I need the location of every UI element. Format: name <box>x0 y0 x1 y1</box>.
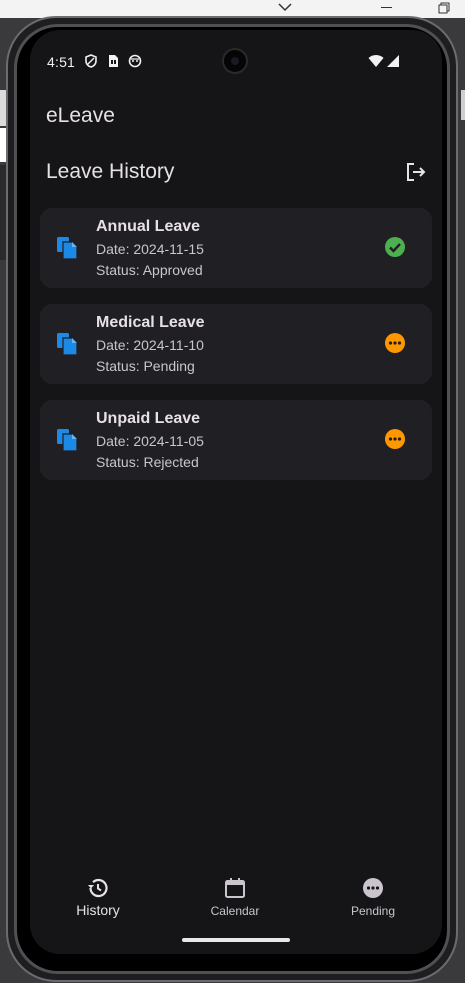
wifi-icon <box>368 55 384 67</box>
leave-card[interactable]: Annual Leave Date: 2024-11-15 Status: Ap… <box>40 208 432 288</box>
nav-label-calendar: Calendar <box>210 904 260 918</box>
sim-card-icon <box>109 55 118 67</box>
camera-lens <box>231 57 239 65</box>
more-circle-icon <box>385 333 405 353</box>
desktop-panel <box>461 90 465 120</box>
restore-icon[interactable] <box>438 2 450 14</box>
gesture-handle[interactable] <box>182 938 290 942</box>
logout-button[interactable] <box>402 158 430 186</box>
app-title: eLeave <box>46 104 115 127</box>
check-circle-icon <box>385 237 405 257</box>
nav-label-pending: Pending <box>350 904 396 918</box>
page-title: Leave History <box>46 160 175 183</box>
nav-item-history[interactable]: History <box>48 876 148 918</box>
document-icon <box>57 429 78 452</box>
logout-icon <box>407 163 426 181</box>
phone-screen: 4:51 eLeave Leave History Annual Leave D… <box>30 30 442 954</box>
leave-type: Unpaid Leave <box>96 410 201 427</box>
document-icon <box>57 333 78 356</box>
bottom-navigation: History Calendar Pending <box>30 860 442 928</box>
signal-icon <box>387 55 399 67</box>
leave-card[interactable]: Medical Leave Date: 2024-11-10 Status: P… <box>40 304 432 384</box>
chevron-down-icon[interactable] <box>277 1 293 15</box>
more-circle-icon <box>363 878 383 898</box>
leave-status: Status: Rejected <box>96 454 199 470</box>
leave-status: Status: Approved <box>96 262 203 278</box>
calendar-icon <box>225 878 245 898</box>
nav-label-history: History <box>76 902 120 918</box>
leave-date: Date: 2024-11-05 <box>96 433 204 449</box>
minimize-icon[interactable] <box>381 7 392 8</box>
history-icon <box>88 878 108 898</box>
leave-type: Medical Leave <box>96 314 205 331</box>
document-icon <box>57 237 78 260</box>
leave-date: Date: 2024-11-15 <box>96 241 204 257</box>
status-time: 4:51 <box>47 54 76 70</box>
android-debug-icon <box>128 54 142 68</box>
more-circle-icon <box>385 429 405 449</box>
nav-item-pending[interactable]: Pending <box>323 876 423 918</box>
leave-type: Annual Leave <box>96 218 201 235</box>
leave-date: Date: 2024-11-10 <box>96 337 204 353</box>
leave-card[interactable]: Unpaid Leave Date: 2024-11-05 Status: Re… <box>40 400 432 480</box>
shield-icon <box>85 54 97 68</box>
nav-item-calendar[interactable]: Calendar <box>185 876 285 918</box>
front-camera <box>222 48 248 74</box>
leave-status: Status: Pending <box>96 358 195 374</box>
